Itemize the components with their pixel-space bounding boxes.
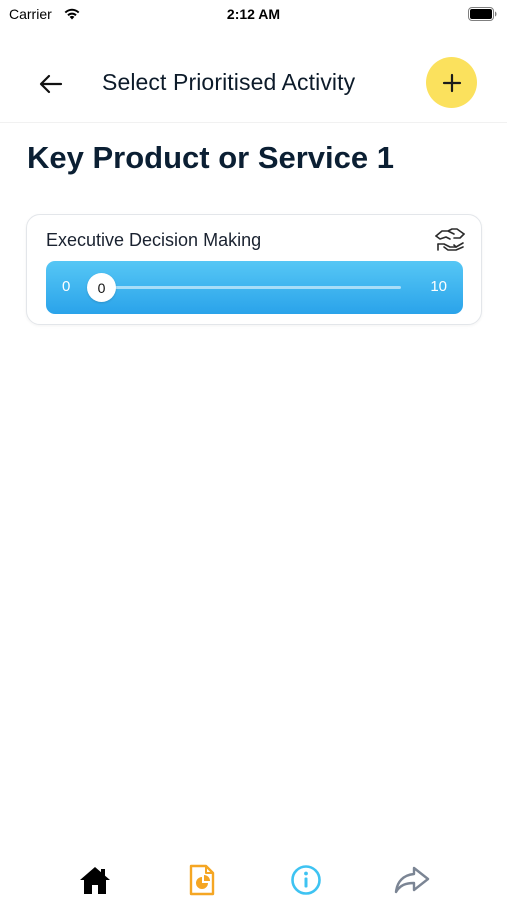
- activity-name: Executive Decision Making: [46, 230, 262, 250]
- bottom-nav: [0, 852, 507, 900]
- slider-min-label: 0: [62, 278, 71, 295]
- activity-card: Executive Decision Making 0 0 10: [26, 214, 482, 325]
- nav-home-button[interactable]: [77, 862, 113, 898]
- info-icon: [291, 865, 321, 895]
- add-button[interactable]: [426, 57, 477, 108]
- nav-report-button[interactable]: [184, 862, 220, 898]
- battery-icon: [468, 7, 497, 21]
- section-title: Key Product or Service 1: [27, 140, 394, 175]
- slider-thumb[interactable]: 0: [87, 273, 116, 302]
- back-button[interactable]: [36, 69, 66, 99]
- slider-max-label: 10: [430, 278, 447, 295]
- report-icon: [189, 864, 215, 896]
- nav-share-button[interactable]: [394, 862, 430, 898]
- plus-icon: [442, 73, 461, 92]
- slider-track[interactable]: [101, 286, 401, 289]
- importance-slider[interactable]: 0 0 10: [46, 261, 463, 314]
- header-divider: [0, 122, 507, 123]
- share-icon: [394, 866, 430, 894]
- arrow-left-icon: [39, 74, 63, 94]
- handshake-icon[interactable]: [434, 225, 466, 253]
- page-title: Select Prioritised Activity: [102, 69, 356, 95]
- status-bar: Carrier 2:12 AM: [0, 0, 507, 30]
- app-header: Select Prioritised Activity: [0, 55, 507, 111]
- home-icon: [80, 867, 110, 894]
- status-time: 2:12 AM: [226, 6, 281, 22]
- nav-info-button[interactable]: [288, 862, 324, 898]
